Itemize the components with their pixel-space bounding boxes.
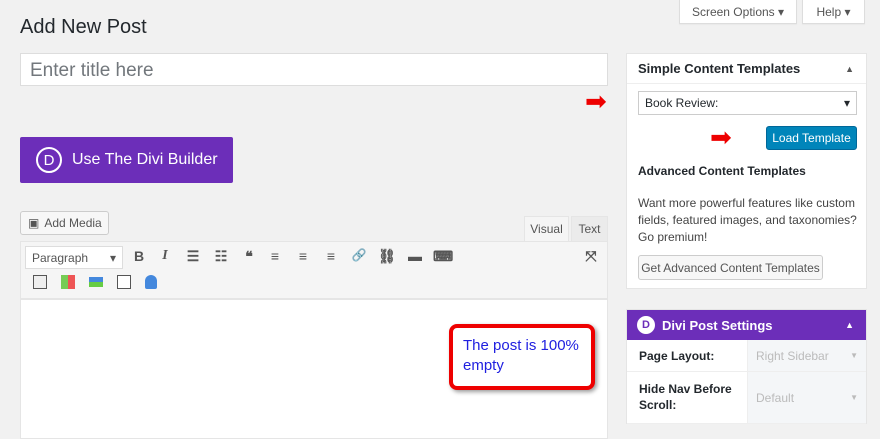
divi-logo-icon: D (36, 147, 62, 173)
get-advanced-templates-button[interactable]: Get Advanced Content Templates (638, 255, 823, 280)
page-title: Add New Post (20, 16, 147, 38)
media-icon: ▣ (28, 216, 40, 230)
blockquote-icon[interactable]: ❝ (239, 248, 259, 268)
annotation-callout: The post is 100% empty (449, 324, 595, 390)
list-icon[interactable] (117, 275, 131, 289)
divi-settings-title: Divi Post Settings (662, 317, 773, 333)
arrow-icon: ➡ (710, 122, 732, 152)
read-more-icon[interactable]: ▬ (405, 248, 425, 268)
columns-icon[interactable] (61, 275, 75, 289)
title-input[interactable]: Enter title here (20, 53, 608, 86)
advanced-text: Want more powerful features like custom … (638, 196, 857, 244)
tab-text[interactable]: Text (571, 216, 608, 241)
shortcode-icon[interactable] (33, 275, 47, 289)
tabs-icon[interactable] (89, 277, 103, 287)
simple-content-templates-box: Simple Content Templates ▲ Book Review: ▾ … (626, 53, 867, 289)
divi-post-settings-box: D Divi Post Settings ▲ Page Layout: Right S… (626, 309, 867, 424)
link-icon[interactable]: 🔗 (349, 248, 369, 268)
toolbar-toggle-icon[interactable]: ⌨ (433, 248, 453, 268)
user-icon[interactable] (145, 275, 157, 289)
divi-builder-label: Use The Divi Builder (72, 151, 218, 168)
fullscreen-icon[interactable]: ⤧ (581, 248, 601, 268)
page-layout-select[interactable]: Right Sidebar ▼ (747, 340, 866, 371)
screen-options-button[interactable]: Screen Options ▾ (679, 0, 797, 24)
hide-nav-value: Default (756, 390, 795, 405)
italic-icon[interactable]: I (155, 248, 175, 268)
add-media-label: Add Media (44, 216, 102, 230)
page-layout-label: Page Layout: (639, 349, 715, 363)
bullet-list-icon[interactable]: ☰ (183, 248, 203, 268)
template-value: Book Review: (645, 96, 719, 110)
collapse-icon[interactable]: ▲ (845, 64, 854, 74)
align-left-icon[interactable]: ≡ (265, 248, 285, 268)
hide-nav-select[interactable]: Default ▼ (747, 372, 866, 423)
collapse-icon[interactable]: ▲ (845, 320, 854, 330)
editor-toolbar: Paragraph ▾ B I ☰ ☷ ❝ ≡ ≡ ≡ 🔗 ⛓ ▬ ⌨ ⤧ (20, 241, 608, 299)
hide-nav-label: Hide Nav Before Scroll: (639, 382, 732, 412)
help-button[interactable]: Help ▾ (802, 0, 865, 24)
format-select[interactable]: Paragraph ▾ (25, 246, 123, 269)
advanced-title: Advanced Content Templates (638, 164, 806, 178)
bold-icon[interactable]: B (129, 248, 149, 268)
templates-title: Simple Content Templates (638, 61, 801, 76)
divi-logo-icon: D (637, 316, 655, 334)
arrow-icon: ➡ (585, 86, 607, 116)
page-layout-value: Right Sidebar (756, 348, 829, 363)
load-template-button[interactable]: Load Template (766, 126, 857, 150)
template-select[interactable]: Book Review: ▾ (638, 91, 857, 115)
format-value: Paragraph (32, 251, 89, 265)
add-media-button[interactable]: ▣ Add Media (20, 211, 109, 235)
align-center-icon[interactable]: ≡ (293, 248, 313, 268)
tab-visual[interactable]: Visual (524, 216, 569, 241)
align-right-icon[interactable]: ≡ (321, 248, 341, 268)
numbered-list-icon[interactable]: ☷ (211, 248, 231, 268)
use-divi-builder-button[interactable]: D Use The Divi Builder (20, 137, 233, 183)
unlink-icon[interactable]: ⛓ (377, 248, 397, 268)
